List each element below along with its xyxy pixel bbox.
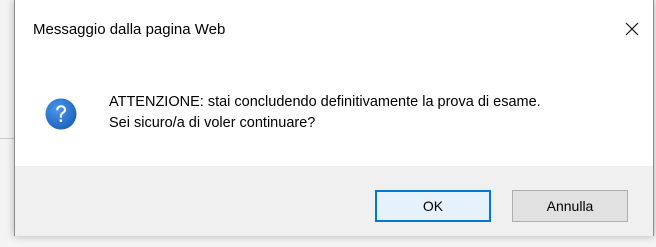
backdrop-divider <box>0 138 14 139</box>
close-icon <box>625 22 639 36</box>
cancel-button[interactable]: Annulla <box>512 190 628 222</box>
message-line-warning: ATTENZIONE: stai concludendo definitivam… <box>109 94 541 110</box>
dialog-footer: OK Annulla <box>15 166 653 236</box>
dialog-titlebar[interactable]: Messaggio dalla pagina Web <box>15 0 653 62</box>
dialog-message: ATTENZIONE: stai concludendo definitivam… <box>109 92 541 134</box>
dialog-content: ATTENZIONE: stai concludendo definitivam… <box>15 62 653 166</box>
message-line-question: Sei sicuro/a di voler continuare? <box>109 115 316 131</box>
question-icon <box>45 98 77 130</box>
dialog-title: Messaggio dalla pagina Web <box>33 21 226 38</box>
message-dialog: Messaggio dalla pagina Web ATTENZIONE: s… <box>14 0 654 236</box>
close-button[interactable] <box>617 14 647 44</box>
ok-button[interactable]: OK <box>375 190 491 222</box>
